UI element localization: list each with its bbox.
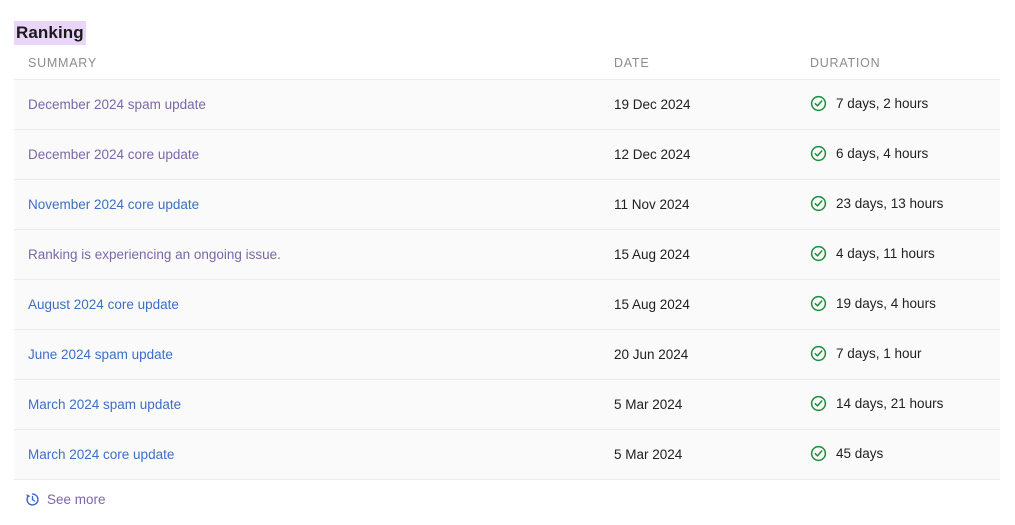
duration-cell: 45 days — [796, 429, 1000, 480]
summary-link[interactable]: December 2024 core update — [28, 147, 199, 162]
summary-link[interactable]: Ranking is experiencing an ongoing issue… — [28, 247, 281, 262]
table-row: Ranking is experiencing an ongoing issue… — [14, 229, 1000, 280]
table-header-row: SUMMARY DATE DURATION — [14, 56, 1000, 80]
duration-cell: 4 days, 11 hours — [796, 229, 1000, 280]
check-circle-icon — [810, 195, 827, 212]
table-row: August 2024 core update 15 Aug 2024 19 day… — [14, 279, 1000, 330]
date-cell: 12 Dec 2024 — [600, 129, 796, 180]
summary-cell: December 2024 core update — [14, 129, 600, 180]
check-circle-icon — [810, 345, 827, 362]
summary-cell: December 2024 spam update — [14, 79, 600, 130]
date-cell: 15 Aug 2024 — [600, 279, 796, 330]
duration-text: 19 days, 4 hours — [836, 295, 936, 311]
page-title-wrapper: Ranking — [14, 21, 86, 45]
summary-link[interactable]: November 2024 core update — [28, 197, 199, 212]
summary-cell: November 2024 core update — [14, 179, 600, 230]
table-row: December 2024 core update 12 Dec 2024 6 da… — [14, 129, 1000, 180]
table-row: March 2024 core update 5 Mar 2024 45 days — [14, 429, 1000, 480]
table-row: November 2024 core update 11 Nov 2024 23 d… — [14, 179, 1000, 230]
table-row: June 2024 spam update 20 Jun 2024 7 days, … — [14, 329, 1000, 380]
summary-cell: August 2024 core update — [14, 279, 600, 330]
check-circle-icon — [810, 295, 827, 312]
date-cell: 5 Mar 2024 — [600, 429, 796, 480]
duration-text: 6 days, 4 hours — [836, 145, 929, 161]
summary-cell: March 2024 spam update — [14, 379, 600, 430]
check-circle-icon — [810, 145, 827, 162]
column-header-summary: SUMMARY — [14, 56, 600, 80]
summary-link[interactable]: December 2024 spam update — [28, 97, 206, 112]
summary-link[interactable]: August 2024 core update — [28, 297, 179, 312]
date-cell: 5 Mar 2024 — [600, 379, 796, 430]
date-cell: 15 Aug 2024 — [600, 229, 796, 280]
see-more-button[interactable]: See more — [25, 492, 106, 507]
column-header-duration: DURATION — [796, 56, 1000, 80]
duration-cell: 6 days, 4 hours — [796, 129, 1000, 180]
summary-cell: June 2024 spam update — [14, 329, 600, 380]
duration-cell: 14 days, 21 hours — [796, 379, 1000, 430]
ranking-updates-table: SUMMARY DATE DURATION December 2024 spam… — [14, 56, 1000, 480]
ranking-history-panel: Ranking SUMMARY DATE DURATION December 2… — [0, 0, 1015, 525]
check-circle-icon — [810, 395, 827, 412]
table-header: SUMMARY DATE DURATION — [14, 56, 1000, 80]
table-body: December 2024 spam update 19 Dec 2024 7 da… — [14, 79, 1000, 480]
duration-text: 23 days, 13 hours — [836, 195, 944, 211]
check-circle-icon — [810, 245, 827, 262]
duration-text: 7 days, 1 hour — [836, 345, 922, 361]
history-clock-icon — [25, 492, 40, 507]
date-cell: 19 Dec 2024 — [600, 79, 796, 130]
duration-cell: 7 days, 2 hours — [796, 79, 1000, 130]
date-cell: 20 Jun 2024 — [600, 329, 796, 380]
summary-link[interactable]: March 2024 spam update — [28, 397, 181, 412]
duration-cell: 19 days, 4 hours — [796, 279, 1000, 330]
duration-text: 4 days, 11 hours — [836, 245, 935, 261]
table-row: December 2024 spam update 19 Dec 2024 7 da… — [14, 79, 1000, 130]
check-circle-icon — [810, 445, 827, 462]
duration-text: 45 days — [836, 445, 884, 461]
summary-link[interactable]: June 2024 spam update — [28, 347, 173, 362]
duration-text: 14 days, 21 hours — [836, 395, 944, 411]
page-title: Ranking — [14, 21, 86, 45]
table-row: March 2024 spam update 5 Mar 2024 14 days,… — [14, 379, 1000, 430]
check-circle-icon — [810, 95, 827, 112]
summary-cell: Ranking is experiencing an ongoing issue… — [14, 229, 600, 280]
summary-cell: March 2024 core update — [14, 429, 600, 480]
duration-cell: 7 days, 1 hour — [796, 329, 1000, 380]
duration-cell: 23 days, 13 hours — [796, 179, 1000, 230]
date-cell: 11 Nov 2024 — [600, 179, 796, 230]
column-header-date: DATE — [600, 56, 796, 80]
duration-text: 7 days, 2 hours — [836, 95, 929, 111]
see-more-label: See more — [47, 492, 106, 507]
summary-link[interactable]: March 2024 core update — [28, 447, 174, 462]
